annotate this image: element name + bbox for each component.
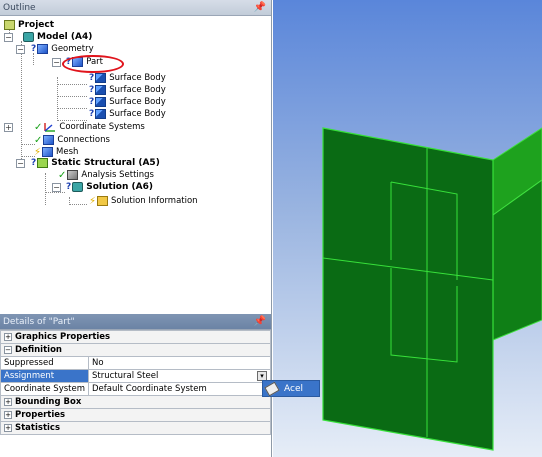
assignment-value[interactable]: Structural Steel: [88, 369, 271, 383]
collapse-model-button[interactable]: −: [4, 33, 13, 42]
check-icon: ✓: [58, 169, 67, 181]
question-icon: ?: [89, 85, 95, 95]
tree-item-analysis-settings[interactable]: ✓ Analysis Settings: [58, 169, 154, 181]
group-bounding-box[interactable]: + Bounding Box: [0, 395, 271, 409]
tree-label: Project: [18, 20, 55, 30]
expand-coordinate-systems-button[interactable]: +: [4, 123, 13, 132]
collapse-solution-button[interactable]: −: [52, 183, 61, 192]
surface-body-icon: [95, 109, 107, 119]
tree-label: Coordinate Systems: [59, 122, 145, 132]
tree-item-surface-body[interactable]: ? Surface Body: [89, 96, 166, 108]
material-icon: [264, 381, 280, 396]
surface-body-icon: [95, 73, 107, 83]
suppressed-label: Suppressed: [0, 356, 89, 370]
surface-body-icon: [95, 97, 107, 107]
collapse-icon[interactable]: −: [4, 346, 12, 354]
tree-item-project[interactable]: Project: [4, 19, 54, 31]
tree-label: Surface Body: [109, 85, 166, 95]
coordinate-axes-icon: [43, 122, 56, 132]
group-label: Graphics Properties: [15, 332, 111, 342]
pin-icon[interactable]: 📌: [254, 316, 266, 327]
tree-label: Connections: [57, 135, 110, 145]
tree-label: Static Structural (A5): [51, 158, 160, 168]
tree-label: Analysis Settings: [81, 170, 154, 180]
material-option-acel[interactable]: Acel: [284, 384, 303, 394]
outline-header: Outline 📌: [0, 0, 271, 16]
tree-label: Surface Body: [109, 73, 166, 83]
question-icon: ?: [31, 44, 37, 54]
tree-label: Mesh: [56, 147, 79, 157]
project-icon: [4, 20, 15, 30]
surface-body-icon: [95, 85, 107, 95]
question-icon: ?: [89, 109, 95, 119]
tree-item-solution[interactable]: ? Solution (A6): [66, 181, 153, 193]
check-icon: ✓: [34, 121, 43, 133]
group-label: Properties: [15, 410, 66, 420]
front-plate: [322, 127, 494, 451]
tree-item-solution-information[interactable]: ⚡ Solution Information: [89, 195, 198, 207]
expand-icon[interactable]: +: [4, 398, 12, 406]
expand-icon[interactable]: +: [4, 333, 12, 341]
tree-item-surface-body[interactable]: ? Surface Body: [89, 72, 166, 84]
tree-label: Surface Body: [109, 97, 166, 107]
group-definition[interactable]: − Definition: [0, 343, 271, 357]
solution-icon: [72, 182, 84, 192]
analysis-settings-icon: [67, 170, 79, 180]
details-grid: + Graphics Properties − Definition Suppres…: [0, 330, 271, 435]
row-coordinate-system[interactable]: Coordinate System Default Coordinate Sys…: [0, 382, 271, 396]
group-label: Statistics: [15, 423, 61, 433]
mesh-icon: [42, 147, 54, 157]
collapse-part-button[interactable]: −: [52, 58, 61, 67]
tree-label: Solution Information: [111, 196, 198, 206]
coordinate-system-value[interactable]: Default Coordinate System: [88, 382, 271, 396]
group-graphics-properties[interactable]: + Graphics Properties: [0, 330, 271, 344]
tree-item-surface-body[interactable]: ? Surface Body: [89, 108, 166, 120]
details-panel: Details of "Part" 📌 + Graphics Properties…: [0, 314, 271, 457]
left-panel: Outline 📌 Project − Model (A4) − ? Geome…: [0, 0, 272, 457]
highlight-ring: [62, 55, 124, 73]
tree-item-static-structural[interactable]: ? Static Structural (A5): [31, 157, 160, 169]
assignment-label: Assignment: [0, 369, 89, 383]
expand-icon[interactable]: +: [4, 424, 12, 432]
model-icon: [23, 32, 34, 42]
suppressed-value[interactable]: No: [88, 356, 271, 370]
tree-item-connections[interactable]: ✓ Connections: [34, 134, 110, 146]
details-header: Details of "Part" 📌: [0, 314, 271, 330]
group-label: Definition: [15, 345, 62, 355]
outline-tree: Project − Model (A4) − ? Geometry − ? Pa…: [0, 17, 271, 312]
outline-panel: Outline 📌 Project − Model (A4) − ? Geome…: [0, 0, 271, 312]
details-title: Details of "Part": [3, 316, 75, 327]
connections-icon: [43, 135, 55, 145]
pin-icon[interactable]: 📌: [254, 2, 266, 13]
check-icon: ✓: [34, 134, 43, 146]
row-suppressed[interactable]: Suppressed No: [0, 356, 271, 370]
tree-label: Model (A4): [37, 32, 93, 42]
tree-item-geometry[interactable]: ? Geometry: [31, 43, 94, 55]
row-assignment[interactable]: Assignment Structural Steel: [0, 369, 271, 383]
expand-icon[interactable]: +: [4, 411, 12, 419]
question-icon: ?: [89, 73, 95, 83]
tree-label: Surface Body: [109, 109, 166, 119]
tree-item-model[interactable]: Model (A4): [23, 31, 92, 43]
group-statistics[interactable]: + Statistics: [0, 421, 271, 435]
question-icon: ?: [66, 182, 72, 192]
question-icon: ?: [31, 158, 37, 168]
lightning-icon: ⚡: [34, 146, 42, 158]
collapse-static-structural-button[interactable]: −: [16, 159, 25, 168]
material-dropdown-popup[interactable]: Acel: [262, 380, 320, 397]
collapse-geometry-button[interactable]: −: [16, 45, 25, 54]
solution-information-icon: [97, 196, 109, 206]
outline-title: Outline: [3, 2, 36, 13]
group-label: Bounding Box: [15, 397, 82, 407]
tree-item-surface-body[interactable]: ? Surface Body: [89, 84, 166, 96]
geometry-icon: [37, 44, 49, 54]
question-icon: ?: [89, 97, 95, 107]
lightning-icon: ⚡: [89, 195, 97, 207]
tree-label: Solution (A6): [86, 182, 153, 192]
tree-item-coordinate-systems[interactable]: ✓ Coordinate Systems: [34, 121, 145, 133]
coordinate-system-label: Coordinate System: [0, 382, 89, 396]
static-structural-icon: [37, 158, 49, 168]
group-properties[interactable]: + Properties: [0, 408, 271, 422]
tree-label: Geometry: [51, 44, 94, 54]
